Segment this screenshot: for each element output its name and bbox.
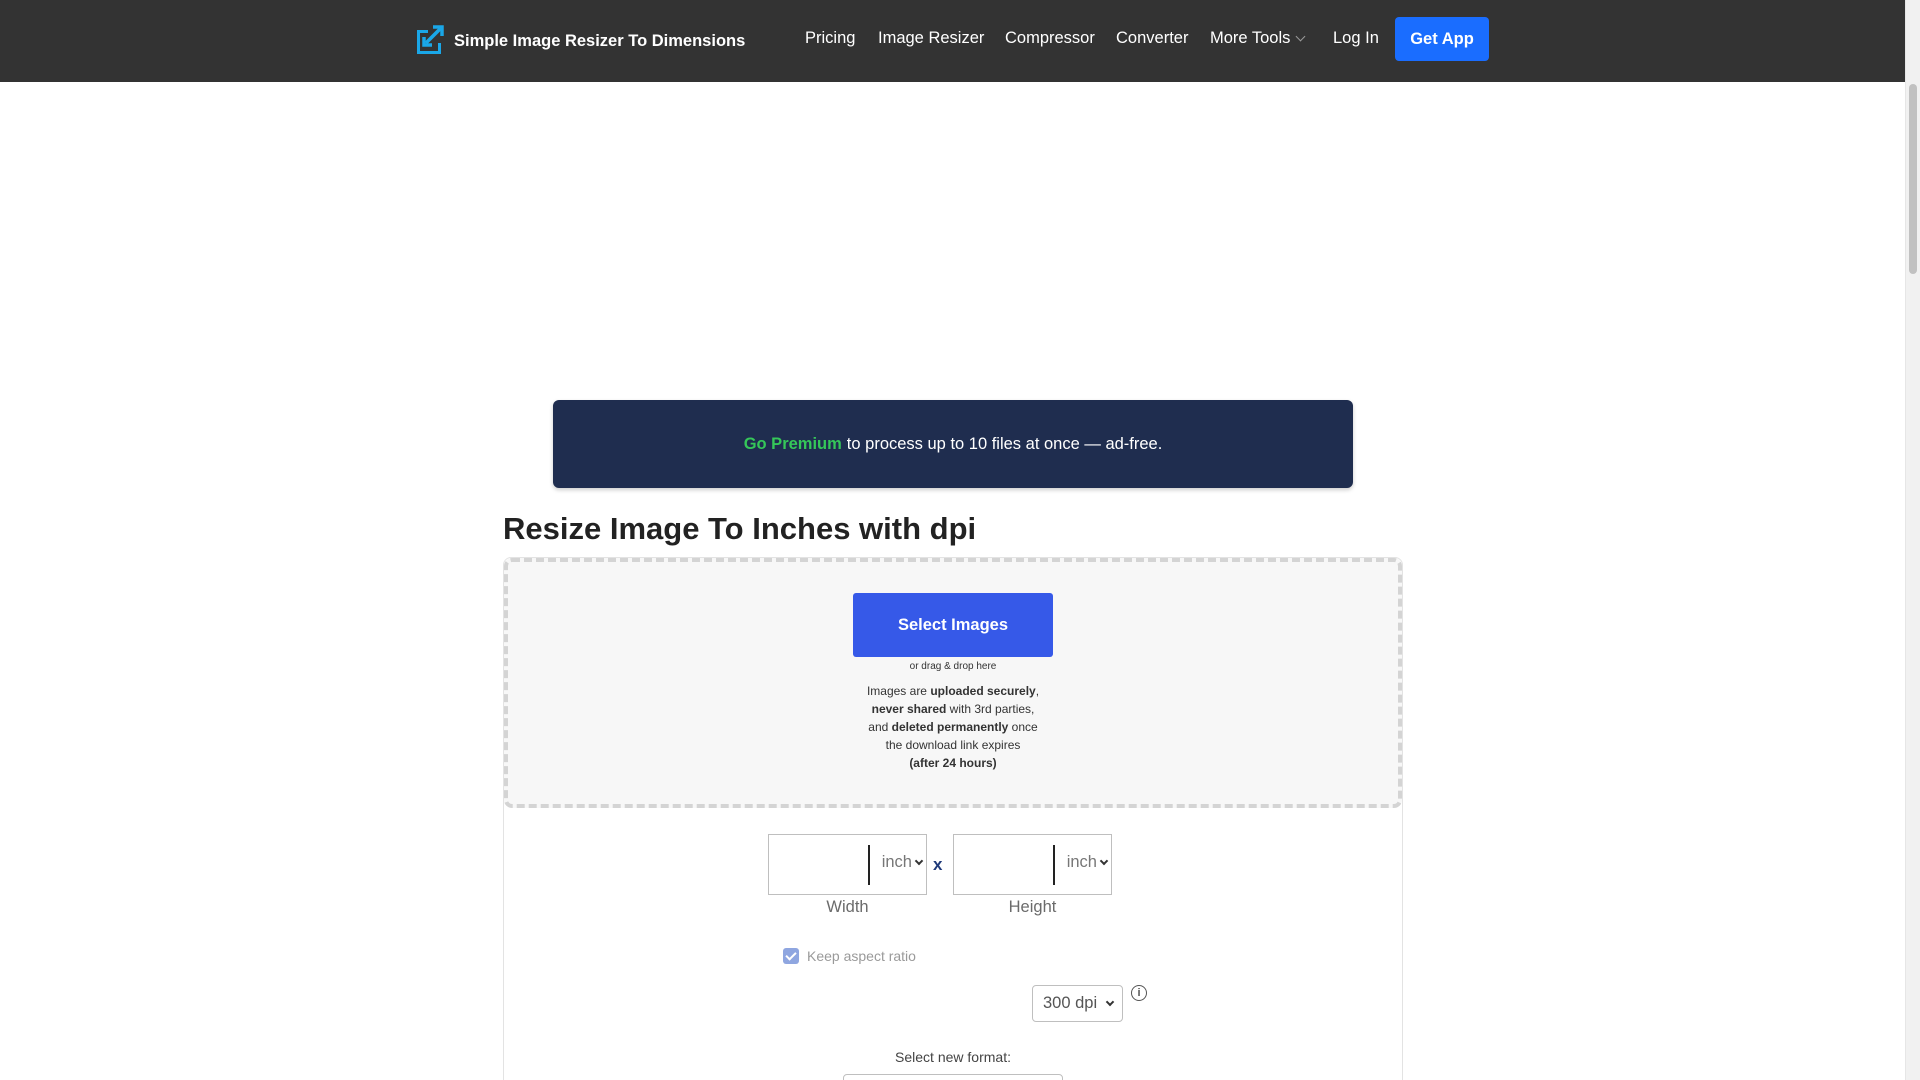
privacy-text: the download link expires [885, 738, 1021, 752]
dpi-select[interactable]: 300 dpi [1032, 985, 1123, 1022]
chevron-down-icon [914, 856, 924, 865]
privacy-text: once [1008, 720, 1038, 734]
privacy-bold: deleted permanently [891, 720, 1009, 734]
scrollbar-thumb[interactable] [1909, 84, 1917, 274]
go-premium-link[interactable]: Go Premium [744, 435, 842, 454]
nav-image-resizer[interactable]: Image Resizer [878, 29, 984, 48]
privacy-bold: (after 24 hours) [909, 756, 997, 770]
format-label: Select new format: [895, 1049, 1011, 1065]
height-unit-select[interactable]: inch [1066, 853, 1109, 872]
aspect-ratio-checkbox[interactable] [783, 948, 799, 964]
dimension-separator: x [933, 855, 943, 874]
privacy-bold: never shared [871, 702, 947, 716]
width-input[interactable] [769, 845, 870, 885]
width-field-group: inch [768, 834, 927, 895]
width-unit-value: inch [881, 853, 912, 871]
dpi-value: 300 dpi [1043, 994, 1098, 1012]
premium-banner: Go Premium to process up to 10 files at … [553, 400, 1353, 488]
brand-link[interactable]: Simple Image Resizer To Dimensions [414, 25, 745, 57]
nav-log-in[interactable]: Log In [1333, 29, 1379, 48]
drag-drop-hint: or drag & drop here [909, 661, 997, 672]
get-app-button[interactable]: Get App [1395, 17, 1489, 61]
chevron-down-icon [1105, 997, 1115, 1006]
chevron-down-icon [1099, 856, 1109, 865]
width-label: Width [826, 898, 869, 916]
nav-compressor[interactable]: Compressor [1005, 29, 1095, 48]
width-unit-select[interactable]: inch [881, 853, 924, 872]
select-images-button[interactable]: Select Images [853, 593, 1053, 657]
height-unit-value: inch [1066, 853, 1097, 871]
privacy-text: , [1035, 684, 1040, 698]
nav-converter[interactable]: Converter [1116, 29, 1188, 48]
format-select[interactable] [843, 1074, 1063, 1080]
nav-more-tools[interactable]: More Tools [1210, 29, 1306, 48]
height-label: Height [1008, 898, 1057, 916]
privacy-bold: uploaded securely [930, 684, 1036, 698]
privacy-text: Images are [866, 684, 931, 698]
aspect-ratio-label: Keep aspect ratio [807, 948, 916, 964]
top-navigation: Simple Image Resizer To Dimensions Prici… [0, 0, 1905, 82]
chevron-down-icon [1295, 31, 1306, 42]
nav-pricing[interactable]: Pricing [805, 29, 855, 48]
info-icon[interactable]: i [1131, 985, 1147, 1001]
nav-more-tools-label: More Tools [1210, 29, 1291, 47]
premium-banner-text: to process up to 10 files at once — ad-f… [846, 434, 1163, 453]
privacy-notice: Images are uploaded securely, never shar… [853, 682, 1053, 772]
keep-aspect-ratio[interactable]: Keep aspect ratio [783, 948, 916, 964]
height-field-group: inch [953, 834, 1112, 895]
brand-name: Simple Image Resizer To Dimensions [454, 31, 746, 50]
privacy-text: with 3rd parties, [946, 702, 1035, 716]
resize-logo-icon [417, 25, 444, 54]
height-input[interactable] [954, 845, 1055, 885]
page-title: Resize Image To Inches with dpi [503, 511, 977, 546]
privacy-text: and [868, 720, 892, 734]
page-scrollbar[interactable] [1905, 0, 1920, 1080]
